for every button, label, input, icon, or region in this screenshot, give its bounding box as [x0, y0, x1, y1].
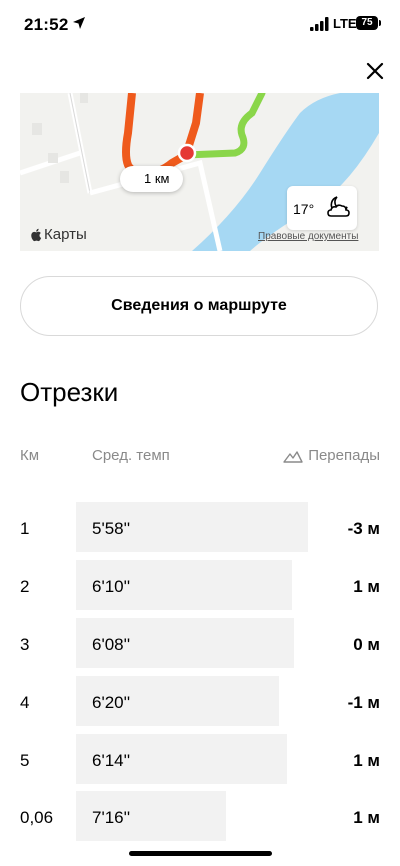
cellular-signal-icon	[310, 17, 329, 31]
split-pace: 6'14''	[92, 751, 131, 770]
location-arrow-icon	[73, 17, 85, 29]
moon-cloud-icon	[327, 196, 350, 217]
elevation-icon	[283, 450, 303, 463]
maps-logo: Карты	[30, 226, 87, 243]
split-elevation: 1 м	[353, 577, 380, 596]
split-elevation: 0 м	[353, 635, 380, 654]
split-row: 5 6'14'' 1 м	[0, 734, 400, 786]
battery-icon: 75	[356, 16, 378, 30]
header-elevation: Перепады	[283, 447, 380, 464]
split-row: 1 5'58'' -3 м	[0, 502, 400, 554]
split-elevation: 1 м	[353, 751, 380, 770]
split-elevation: -3 м	[347, 519, 380, 538]
maps-logo-text: Карты	[44, 226, 87, 243]
split-pace: 6'08''	[92, 635, 131, 654]
split-km: 0,06	[20, 808, 54, 827]
split-elevation: 1 м	[353, 808, 380, 827]
status-time: 21:52	[24, 15, 69, 34]
split-row: 3 6'08'' 0 м	[0, 618, 400, 670]
apple-logo-icon	[31, 228, 42, 241]
route-details-button[interactable]: Сведения о маршруте	[20, 276, 378, 336]
splits-title: Отрезки	[20, 377, 119, 407]
split-elevation: -1 м	[347, 693, 380, 712]
split-km: 3	[20, 635, 30, 654]
split-row: 2 6'10'' 1 м	[0, 560, 400, 612]
split-row: 4 6'20'' -1 м	[0, 676, 400, 728]
close-icon[interactable]	[362, 58, 388, 84]
split-pace: 6'20''	[92, 693, 131, 712]
battery-tip	[379, 20, 381, 26]
network-type: LTE	[333, 16, 357, 31]
split-pace: 7'16''	[92, 808, 131, 827]
split-km: 2	[20, 577, 30, 596]
home-indicator[interactable]	[129, 851, 272, 856]
weather-temperature: 17°	[293, 201, 315, 217]
split-km: 4	[20, 693, 30, 712]
split-pace: 5'58''	[92, 519, 131, 538]
header-elevation-label: Перепады	[308, 447, 380, 464]
split-km: 5	[20, 751, 30, 770]
status-bar: 21:52 LTE 75	[0, 0, 400, 50]
distance-label: 1 км	[144, 171, 170, 186]
split-km: 1	[20, 519, 30, 538]
split-pace: 6'10''	[92, 577, 131, 596]
legal-documents-link[interactable]: Правовые документы	[258, 231, 358, 242]
weather-card: 17°	[287, 186, 357, 230]
distance-marker: 1 км	[120, 166, 184, 192]
header-km: Км	[20, 447, 40, 464]
split-row: 0,06 7'16'' 1 м	[0, 791, 400, 843]
header-avg-pace: Сред. темп	[92, 447, 170, 464]
